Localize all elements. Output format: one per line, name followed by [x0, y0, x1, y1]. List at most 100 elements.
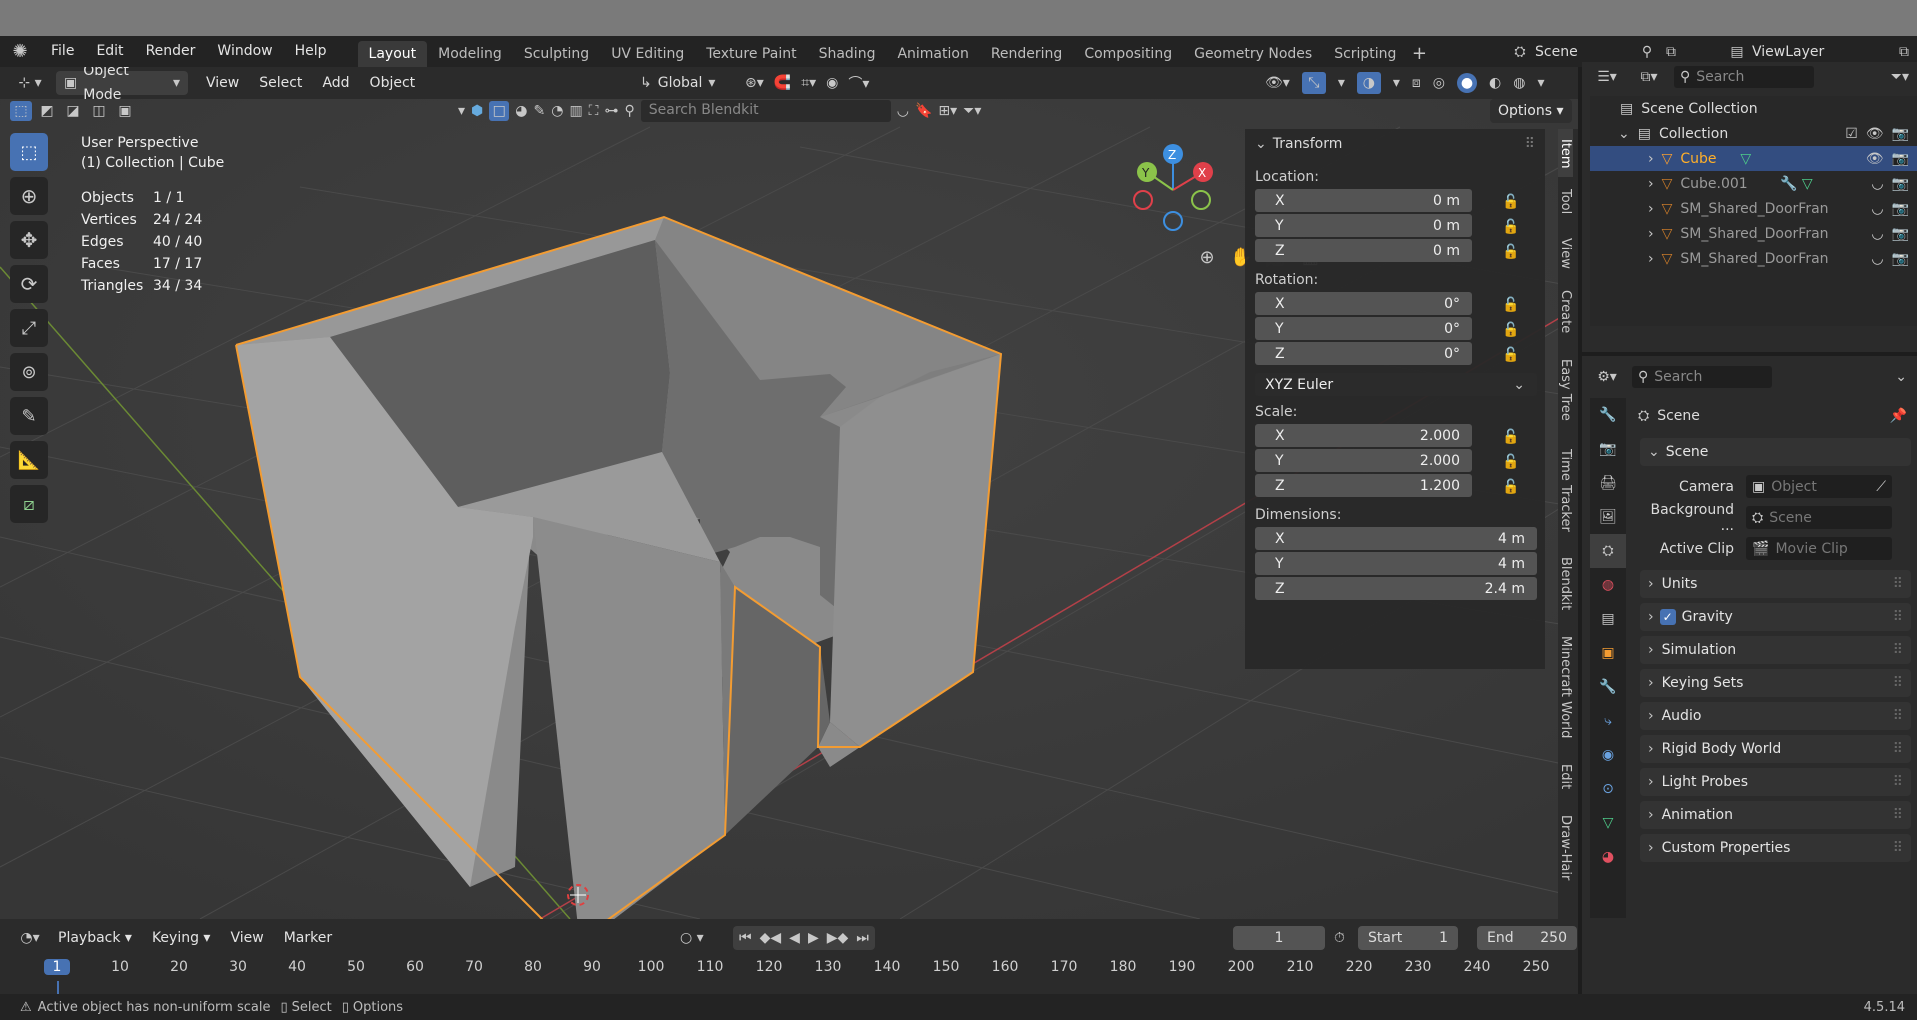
expand-icon[interactable]: ›	[1648, 176, 1654, 192]
menu-view[interactable]: View	[196, 67, 249, 99]
visibility-icon[interactable]: 👁▾	[1265, 75, 1290, 91]
pivot-icon[interactable]: ⊛▾	[745, 75, 764, 91]
cursor-tool[interactable]: ⊕	[10, 177, 48, 215]
unlock-icon[interactable]: 🔓	[1502, 194, 1519, 210]
select-box-tool[interactable]: ⬚	[10, 133, 48, 171]
camera-icon[interactable]: 📷	[1892, 201, 1909, 217]
transform-tool[interactable]: ⊚	[10, 353, 48, 391]
tab-draw-hair[interactable]: Draw-Hair	[1558, 803, 1573, 893]
eyedropper-icon[interactable]: ⟋	[1876, 479, 1886, 495]
blender-logo-icon[interactable]: ✺	[0, 41, 40, 62]
outliner-item[interactable]: › ▽ SM_Shared_DoorFran ◡ 📷	[1590, 196, 1917, 221]
tab-shading[interactable]: Shading	[808, 41, 887, 67]
eye-icon[interactable]: 👁	[1866, 151, 1884, 167]
nodegroup-asset-icon[interactable]: ⊶	[604, 103, 618, 119]
outliner-search-input[interactable]: Search	[1696, 69, 1744, 85]
select-intersect-icon[interactable]: ▣	[114, 103, 136, 119]
select-invert-icon[interactable]: ◫	[88, 103, 110, 119]
outliner-item[interactable]: › ▽ SM_Shared_DoorFran ◡ 📷	[1590, 246, 1917, 271]
scale-z-field[interactable]: Z 1.200	[1255, 474, 1472, 497]
section-light-probes[interactable]: › Light Probes ⠿	[1640, 768, 1911, 796]
tab-time-tracker[interactable]: Time Tracker	[1558, 435, 1573, 545]
tab-easy-tree[interactable]: Easy Tree	[1558, 345, 1573, 435]
zoom-icon[interactable]: ⊕	[1192, 242, 1222, 272]
chevron-down-icon[interactable]: ⌄	[1895, 369, 1907, 385]
new-viewlayer-icon[interactable]: ⧉	[1892, 44, 1916, 60]
menu-file[interactable]: File	[40, 36, 85, 67]
transform-header[interactable]: ⌄ Transform ⠿	[1245, 129, 1545, 159]
navigation-gizmo[interactable]: Z X Y	[1125, 142, 1225, 242]
chevron-down-icon[interactable]: ▾	[458, 103, 465, 119]
camera-icon[interactable]: 📷	[1892, 151, 1909, 167]
properties-search[interactable]: ⚲ Search	[1632, 366, 1772, 388]
printable-asset-icon[interactable]: ⛶	[589, 103, 599, 119]
outliner-scene-collection[interactable]: ▤ Scene Collection	[1590, 96, 1917, 121]
expand-icon[interactable]: ›	[1648, 201, 1654, 217]
section-gravity[interactable]: › ✓ Gravity ⠿	[1640, 603, 1911, 631]
tab-item[interactable]: Item	[1558, 129, 1573, 177]
blendkit-search-input[interactable]: Search Blendkit	[640, 100, 891, 122]
drag-handle-icon[interactable]: ⠿	[1525, 136, 1535, 152]
hdr-asset-icon[interactable]: ◔	[551, 103, 563, 119]
options-button[interactable]: Options ▾	[1490, 99, 1572, 123]
select-extend-icon[interactable]: ◩	[36, 103, 58, 119]
camera-icon[interactable]: 📷	[1892, 126, 1909, 142]
active-clip-field[interactable]: 🎬 Movie Clip	[1746, 537, 1892, 560]
section-units[interactable]: › Units ⠿	[1640, 570, 1911, 598]
drag-handle-icon[interactable]: ⠿	[1893, 741, 1903, 757]
tab-compositing[interactable]: Compositing	[1073, 41, 1183, 67]
unlock-icon[interactable]: 🔓	[1502, 322, 1519, 338]
rotation-mode-dropdown[interactable]: XYZ Euler ⌄	[1255, 373, 1537, 396]
outliner-search[interactable]: ⚲ Search	[1674, 66, 1814, 88]
new-scene-icon[interactable]: ⧉	[1659, 44, 1683, 60]
expand-icon[interactable]: ⌄	[1618, 126, 1630, 142]
menu-help[interactable]: Help	[284, 36, 338, 67]
eye-closed-icon[interactable]: ◡	[1871, 251, 1883, 267]
tab-minecraft-world[interactable]: Minecraft World	[1558, 623, 1573, 751]
eye-closed-icon[interactable]: ◡	[1871, 176, 1883, 192]
pin-icon[interactable]: 📌	[1890, 408, 1907, 424]
drag-handle-icon[interactable]: ⠿	[1893, 774, 1903, 790]
section-keying-sets[interactable]: › Keying Sets ⠿	[1640, 669, 1911, 697]
editor-type-icon[interactable]: ⊹ ▾	[10, 75, 50, 91]
pin-icon[interactable]: ⚲	[1635, 44, 1659, 60]
section-audio[interactable]: › Audio ⠿	[1640, 702, 1911, 730]
tab-animation[interactable]: Animation	[886, 41, 979, 67]
menu-render[interactable]: Render	[135, 36, 207, 67]
checkbox-icon[interactable]: ☑	[1845, 126, 1858, 142]
chevron-down-icon[interactable]: ▾	[1537, 75, 1544, 91]
unlock-icon[interactable]: 🔓	[1502, 454, 1519, 470]
tab-sculpting[interactable]: Sculpting	[513, 41, 600, 67]
material-shading-icon[interactable]: ◐	[1489, 75, 1501, 91]
solid-shading-icon[interactable]: ●	[1457, 73, 1477, 93]
select-new-icon[interactable]: ⬚	[10, 101, 32, 121]
measure-tool[interactable]: 📐	[10, 441, 48, 479]
rendered-shading-icon[interactable]: ◍	[1513, 75, 1525, 91]
background-field[interactable]: ⛭ Scene	[1746, 506, 1892, 529]
outliner-collection[interactable]: ⌄ ▤ Collection ☑ 👁 📷	[1590, 121, 1917, 146]
section-simulation[interactable]: › Simulation ⠿	[1640, 636, 1911, 664]
outliner-item[interactable]: › ▽ Cube.001 🔧 ▽ ◡ 📷	[1590, 171, 1917, 196]
dimension-x-field[interactable]: X 4 m	[1255, 527, 1537, 550]
filter-icon[interactable]: ⏷▾	[963, 103, 981, 119]
eye-icon[interactable]: 👁	[1866, 126, 1884, 142]
chevron-down-icon[interactable]: ▾	[1338, 75, 1345, 91]
camera-icon[interactable]: 📷	[1892, 251, 1909, 267]
tab-modeling[interactable]: Modeling	[427, 41, 513, 67]
drag-handle-icon[interactable]: ⠿	[1893, 576, 1903, 592]
tab-texture-paint[interactable]: Texture Paint	[695, 41, 807, 67]
tab-create[interactable]: Create	[1558, 279, 1573, 345]
falloff-icon[interactable]: ⌒▾	[848, 73, 869, 93]
asset-layout-icon[interactable]: ⊞▾	[938, 103, 957, 119]
unlock-icon[interactable]: 🔓	[1502, 219, 1519, 235]
chevron-down-icon[interactable]: ▾	[1393, 75, 1400, 91]
dimension-z-field[interactable]: Z 2.4 m	[1255, 577, 1537, 600]
bookmark-icon[interactable]: 🔖	[915, 103, 932, 119]
gizmo-icon[interactable]: ⤡	[1301, 72, 1326, 94]
display-mode-icon[interactable]: ⧉▾	[1632, 69, 1666, 85]
editor-type-icon[interactable]: ☰▾	[1590, 69, 1624, 85]
brush-asset-icon[interactable]: ✎	[533, 103, 545, 119]
proportional-edit-icon[interactable]: ◉	[826, 75, 838, 91]
tab-view[interactable]: View	[1558, 227, 1573, 279]
transform-orientation[interactable]: ↳ Global ▾	[640, 67, 715, 99]
